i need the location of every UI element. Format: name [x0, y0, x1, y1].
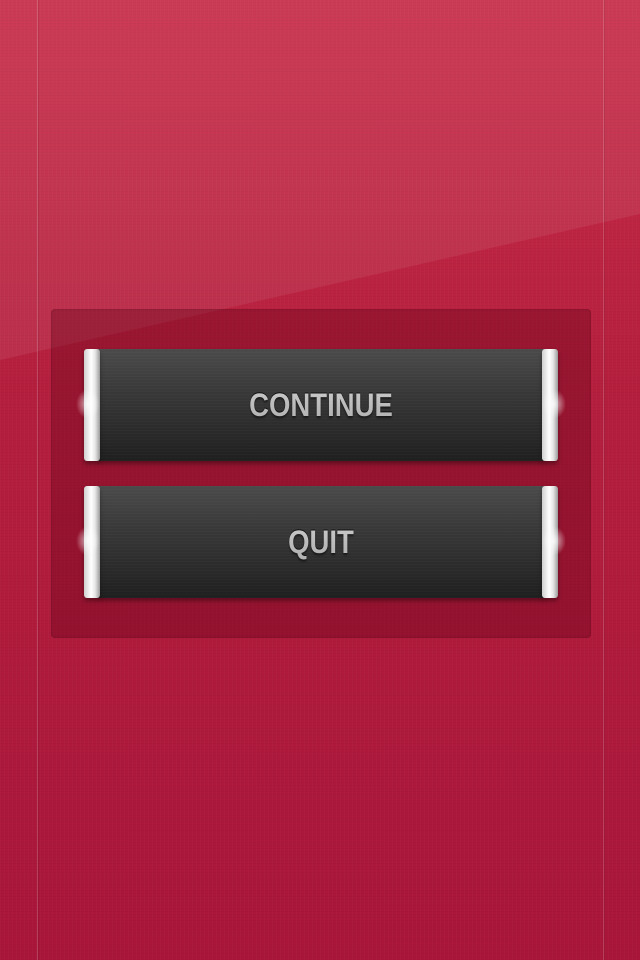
left-rail-line — [37, 0, 38, 960]
continue-button-label: CONTINUE — [117, 349, 525, 461]
continue-button[interactable]: CONTINUE — [76, 349, 566, 461]
quit-button-label: QUIT — [117, 486, 525, 598]
right-rail-line — [603, 0, 604, 960]
quit-button[interactable]: QUIT — [76, 486, 566, 598]
continue-button-right-cap — [542, 349, 566, 461]
quit-button-left-cap — [76, 486, 100, 598]
continue-button-left-cap — [76, 349, 100, 461]
quit-button-right-cap — [542, 486, 566, 598]
